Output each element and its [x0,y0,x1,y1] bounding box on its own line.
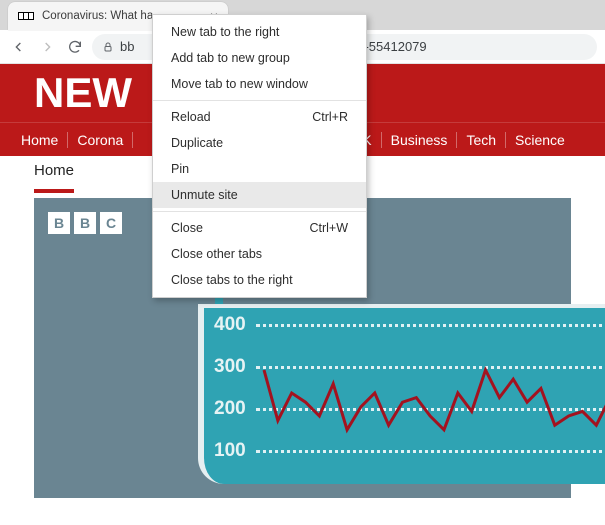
chart-ticks: 400 300 200 100 [214,312,605,480]
ctx-move-tab-window[interactable]: Move tab to new window [153,71,366,97]
bbc-block: B [74,212,96,234]
ctx-shortcut: Ctrl+W [309,221,348,235]
bbc-block: B [48,212,70,234]
ctx-separator [153,100,366,101]
news-banner-title: NEW [34,69,132,117]
ctx-label: Reload [171,110,211,124]
ctx-pin[interactable]: Pin [153,156,366,182]
ctx-shortcut: Ctrl+R [312,110,348,124]
ctx-close-other[interactable]: Close other tabs [153,241,366,267]
nav-home[interactable]: Home [12,132,68,148]
ctx-close[interactable]: Close Ctrl+W [153,215,366,241]
tub-body: 400 300 200 100 [198,304,605,484]
ctx-new-tab-right[interactable]: New tab to the right [153,19,366,45]
back-button[interactable] [8,36,30,58]
ctx-label: Unmute site [171,188,238,202]
tab-context-menu: New tab to the right Add tab to new grou… [152,14,367,298]
reload-button[interactable] [64,36,86,58]
tab-title: Coronavirus: What ha [42,10,153,22]
subnav-home[interactable]: Home [34,162,74,193]
ctx-add-tab-group[interactable]: Add tab to new group [153,45,366,71]
url-segment-left: bb [120,39,134,54]
ctx-label: New tab to the right [171,25,279,39]
bbc-favicon-icon [18,12,34,20]
ctx-close-right[interactable]: Close tabs to the right [153,267,366,293]
ctx-label: Pin [171,162,189,176]
ctx-label: Close [171,221,203,235]
nav-science[interactable]: Science [506,132,574,148]
tub-chart: 400 300 200 100 [48,268,557,488]
lock-icon [102,41,114,53]
nav-coronavirus[interactable]: Corona [68,132,133,148]
ctx-separator [153,211,366,212]
forward-button[interactable] [36,36,58,58]
nav-business[interactable]: Business [382,132,458,148]
ctx-label: Close tabs to the right [171,273,293,287]
ctx-label: Close other tabs [171,247,262,261]
chart-line-icon [214,312,605,480]
ctx-label: Add tab to new group [171,51,290,65]
ctx-unmute-site[interactable]: Unmute site [153,182,366,208]
bbc-block: C [100,212,122,234]
ctx-duplicate[interactable]: Duplicate [153,130,366,156]
url-segment-right: -55412079 [364,39,426,54]
ctx-label: Duplicate [171,136,223,150]
ctx-reload[interactable]: Reload Ctrl+R [153,104,366,130]
ctx-label: Move tab to new window [171,77,308,91]
nav-tech[interactable]: Tech [457,132,506,148]
